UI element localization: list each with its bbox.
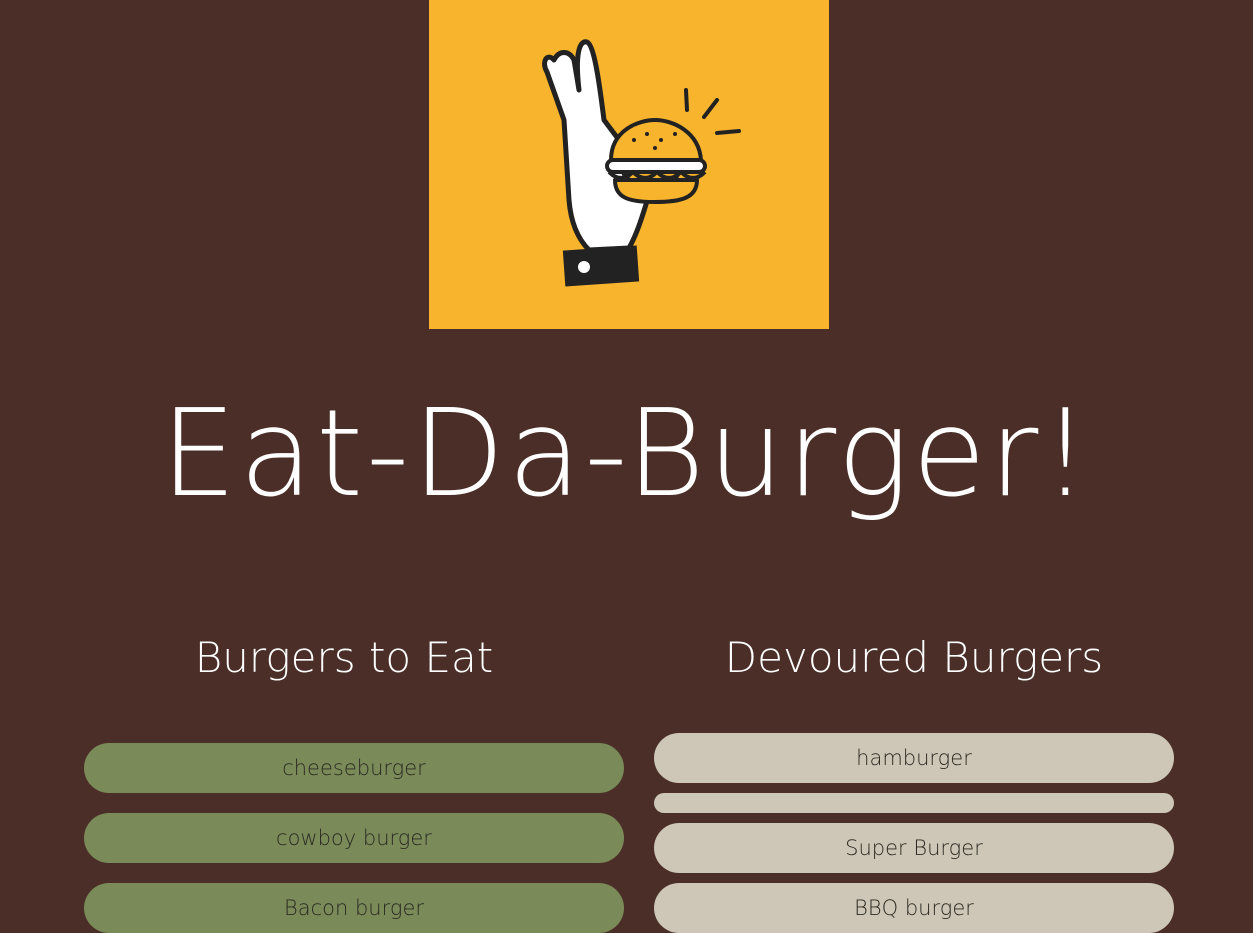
devoured-burger-item: BBQ burger xyxy=(654,883,1174,933)
devour-burger-button[interactable]: cheeseburger xyxy=(84,743,624,793)
ok-hand-burger-icon xyxy=(542,39,741,287)
devoured-burger-item: Super Burger xyxy=(654,823,1174,873)
devoured-burger-item xyxy=(654,793,1174,813)
burgers-to-eat-heading: Burgers to Eat xyxy=(194,633,494,682)
logo xyxy=(429,0,829,329)
devour-burger-button[interactable]: cowboy burger xyxy=(84,813,624,863)
devoured-burgers-heading: Devoured Burgers xyxy=(724,633,1104,682)
devour-burger-button[interactable]: Bacon burger xyxy=(84,883,624,933)
page-title: Eat-Da-Burger! xyxy=(160,385,1093,524)
devoured-burger-item: hamburger xyxy=(654,733,1174,783)
